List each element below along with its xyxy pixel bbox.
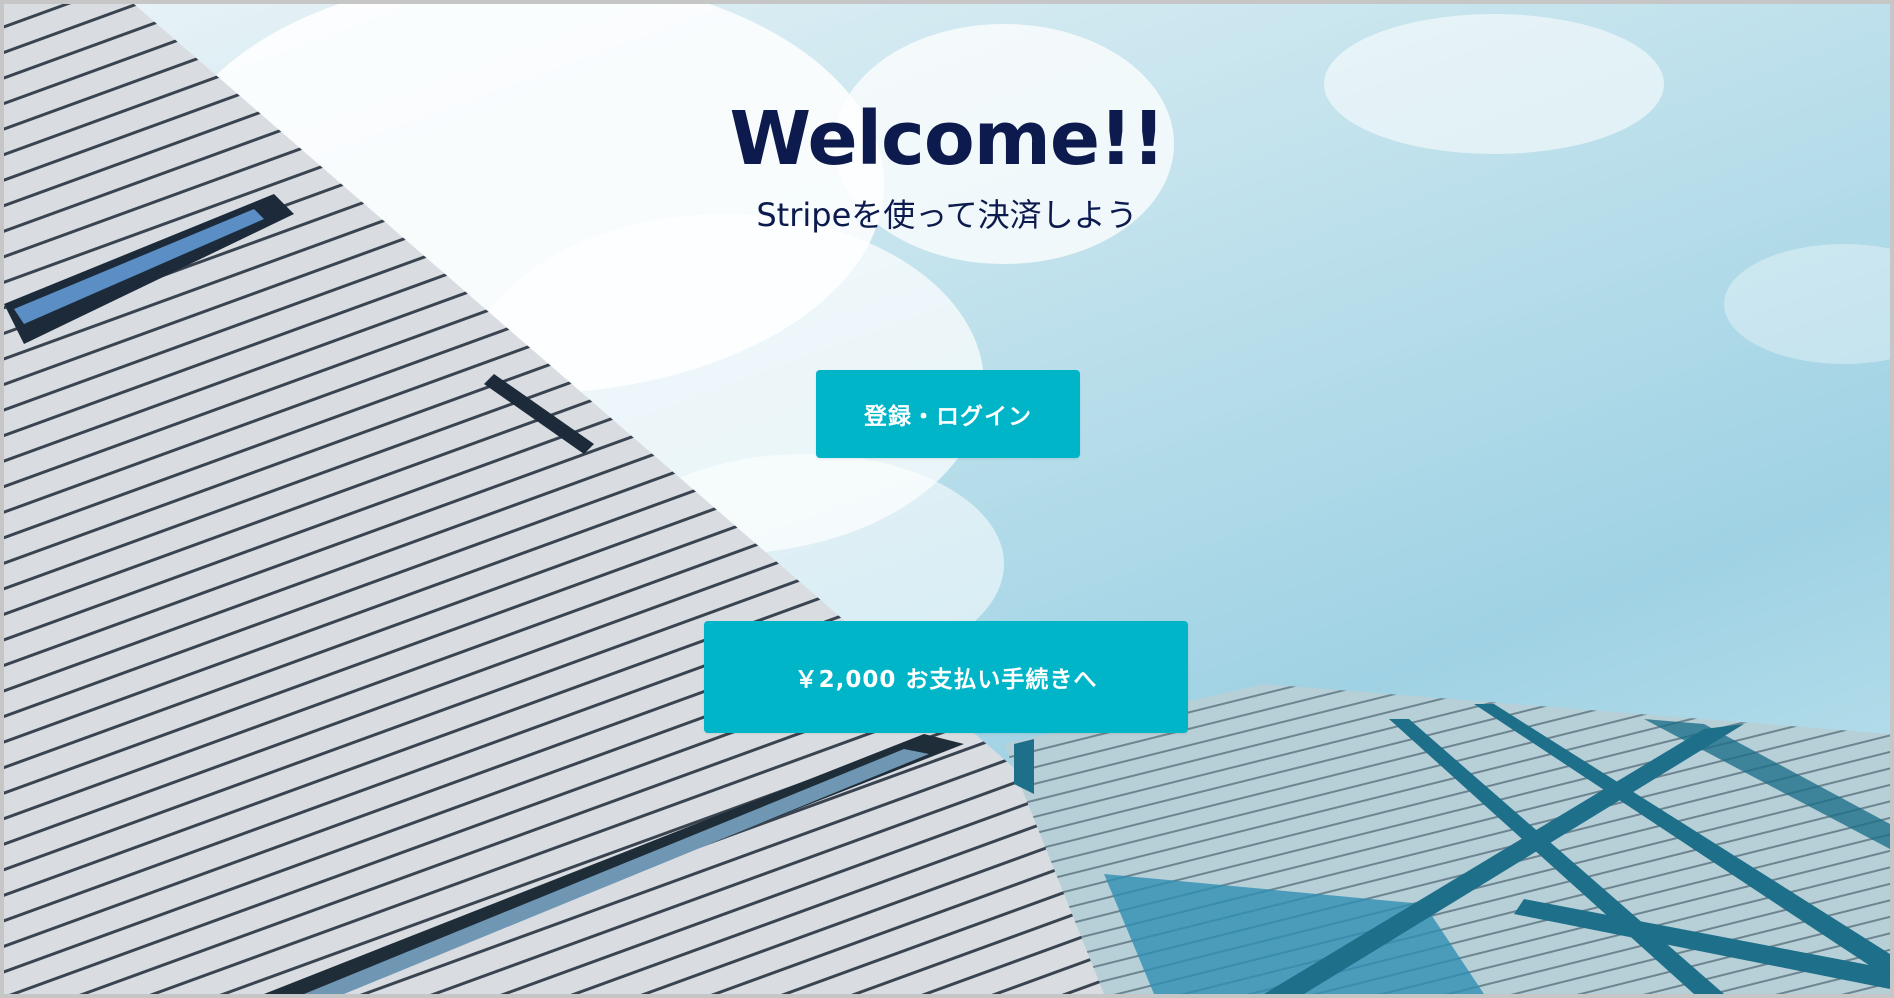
page-subtitle: Stripeを使って決済しよう <box>756 196 1138 234</box>
register-login-button[interactable]: 登録・ログイン <box>816 370 1080 458</box>
page-title: Welcome!! <box>729 96 1165 182</box>
payment-button[interactable]: ￥2,000 お支払い手続きへ <box>704 621 1188 733</box>
hero-section: Welcome!! Stripeを使って決済しよう 登録・ログイン ￥2,000… <box>4 4 1890 994</box>
page-frame: Welcome!! Stripeを使って決済しよう 登録・ログイン ￥2,000… <box>0 0 1894 998</box>
